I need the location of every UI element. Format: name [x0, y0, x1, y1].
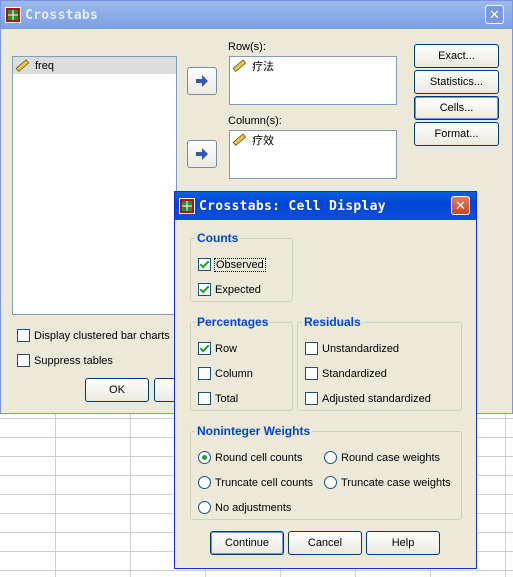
columns-label: Column(s): — [228, 115, 282, 127]
columns-list[interactable]: 疗效 — [229, 130, 397, 179]
variable-item-freq[interactable]: freq — [13, 57, 176, 74]
truncate-cell-label: Truncate cell counts — [215, 476, 314, 489]
checkbox-box — [17, 329, 30, 342]
no-adjustments-label: No adjustments — [215, 501, 292, 514]
percentages-group: Percentages Row Column Total — [190, 315, 293, 411]
no-adjustments-radio[interactable]: No adjustments — [198, 501, 291, 514]
column-variable-label: 疗效 — [252, 134, 274, 147]
truncate-cell-counts-radio[interactable]: Truncate cell counts — [198, 476, 313, 489]
suppress-tables-label: Suppress tables — [34, 354, 113, 367]
total-label: Total — [215, 392, 239, 405]
radio-unselected — [198, 501, 211, 514]
checkbox-box — [305, 342, 318, 355]
cell-display-titlebar[interactable]: Crosstabs: Cell Display ✕ — [175, 192, 476, 220]
column-label: Column — [215, 367, 253, 380]
counts-title: Counts — [195, 231, 241, 245]
round-case-weights-radio[interactable]: Round case weights — [324, 451, 440, 464]
checkbox-box — [198, 392, 211, 405]
continue-button[interactable]: Continue — [210, 531, 284, 555]
variable-list[interactable]: freq — [12, 56, 177, 315]
move-to-rows-button[interactable] — [187, 67, 217, 95]
residuals-group: Residuals Unstandardized Standardized Ad… — [297, 315, 462, 411]
adjusted-standardized-checkbox[interactable]: Adjusted standardized — [305, 392, 431, 405]
right-arrow-icon — [196, 75, 208, 87]
cells-button[interactable]: Cells... — [414, 96, 499, 120]
checkbox-checked — [198, 258, 211, 271]
noninteger-title: Noninteger Weights — [195, 424, 313, 438]
row-variable-label: 疗法 — [252, 60, 274, 73]
truncate-case-label: Truncate case weights — [341, 476, 451, 489]
observed-label: Observed — [214, 257, 266, 272]
round-cell-label: Round cell counts — [215, 451, 303, 464]
row-label: Row — [215, 342, 238, 355]
standardized-label: Standardized — [322, 367, 387, 380]
cancel-button[interactable]: Cancel — [288, 531, 362, 555]
crosstabs-titlebar[interactable]: Crosstabs ✕ — [1, 1, 512, 29]
adjusted-standardized-label: Adjusted standardized — [322, 392, 431, 405]
close-icon[interactable]: ✕ — [485, 5, 504, 24]
residuals-title: Residuals — [302, 315, 363, 329]
variable-label: freq — [35, 59, 54, 72]
right-arrow-icon — [196, 148, 208, 160]
radio-unselected — [198, 476, 211, 489]
standardized-checkbox[interactable]: Standardized — [305, 367, 387, 380]
suppress-tables-checkbox[interactable]: Suppress tables — [17, 354, 113, 367]
row-checkbox[interactable]: Row — [198, 342, 237, 355]
rows-list[interactable]: 疗法 — [229, 56, 397, 105]
unstandardized-label: Unstandardized — [322, 342, 400, 355]
cell-display-dialog: Crosstabs: Cell Display ✕ Counts Observe… — [174, 191, 477, 569]
checkbox-box — [305, 392, 318, 405]
spss-app-icon — [5, 7, 21, 23]
spss-app-icon — [179, 198, 195, 214]
cell-display-title: Crosstabs: Cell Display — [199, 198, 386, 214]
ruler-icon — [15, 58, 29, 72]
column-item[interactable]: 疗效 — [230, 131, 396, 148]
ruler-icon — [232, 58, 246, 72]
crosstabs-title: Crosstabs — [25, 7, 99, 23]
total-checkbox[interactable]: Total — [198, 392, 238, 405]
exact-button[interactable]: Exact... — [414, 44, 499, 68]
observed-checkbox[interactable]: Observed — [198, 257, 266, 272]
ruler-icon — [232, 132, 246, 146]
close-icon[interactable]: ✕ — [451, 196, 470, 215]
rows-label: Row(s): — [228, 41, 266, 53]
row-item[interactable]: 疗法 — [230, 57, 396, 74]
round-case-label: Round case weights — [341, 451, 441, 464]
statistics-button[interactable]: Statistics... — [414, 70, 499, 94]
radio-unselected — [324, 451, 337, 464]
expected-label: Expected — [215, 283, 261, 296]
column-checkbox[interactable]: Column — [198, 367, 253, 380]
counts-group: Counts Observed Expected — [190, 231, 293, 302]
truncate-case-weights-radio[interactable]: Truncate case weights — [324, 476, 451, 489]
unstandardized-checkbox[interactable]: Unstandardized — [305, 342, 399, 355]
expected-checkbox[interactable]: Expected — [198, 283, 261, 296]
checkbox-checked — [198, 342, 211, 355]
checkbox-box — [305, 367, 318, 380]
checkbox-checked — [198, 283, 211, 296]
help-button[interactable]: Help — [366, 531, 440, 555]
format-button[interactable]: Format... — [414, 122, 499, 146]
ok-button[interactable]: OK — [85, 378, 149, 402]
move-to-columns-button[interactable] — [187, 140, 217, 168]
display-clustered-label: Display clustered bar charts — [34, 329, 170, 342]
checkbox-box — [198, 367, 211, 380]
checkbox-box — [17, 354, 30, 367]
percentages-title: Percentages — [195, 315, 271, 329]
radio-selected — [198, 451, 211, 464]
display-clustered-checkbox[interactable]: Display clustered bar charts — [17, 329, 170, 342]
radio-unselected — [324, 476, 337, 489]
round-cell-counts-radio[interactable]: Round cell counts — [198, 451, 302, 464]
noninteger-weights-group: Noninteger Weights Round cell counts Rou… — [190, 424, 462, 520]
